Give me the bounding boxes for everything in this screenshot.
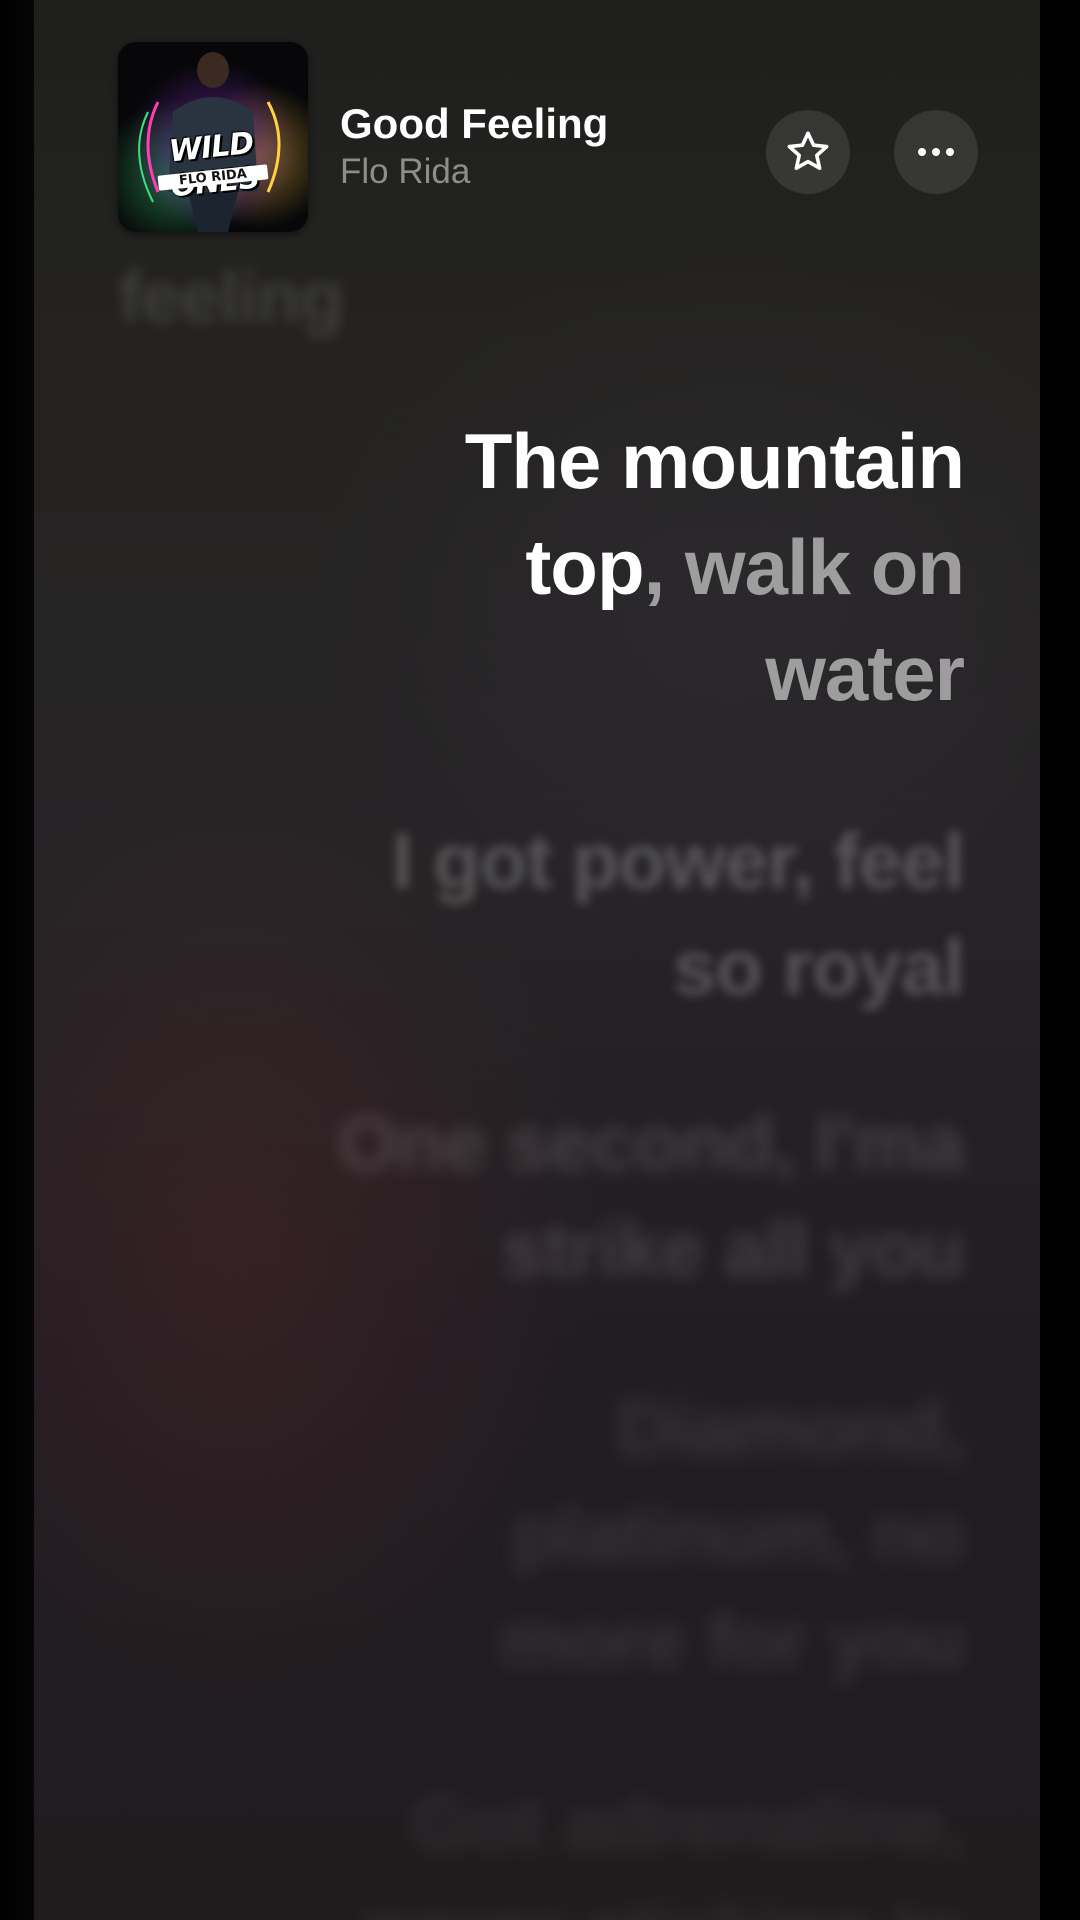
screen-edge-left — [0, 0, 34, 1920]
lyrics-list[interactable]: feeling The mountain top, walk on water … — [34, 0, 1060, 1920]
lyric-line[interactable]: I got power, feel so royal — [284, 808, 965, 1020]
lyric-line[interactable]: Got adrenaline, never sticking to — [264, 1770, 965, 1920]
lyric-line-previous[interactable]: feeling — [118, 245, 344, 351]
lyric-line-current[interactable]: The mountain top, walk on water — [344, 408, 965, 726]
lyric-unsung-part: , walk on water — [643, 523, 965, 717]
lyric-line[interactable]: One second, I'ma strike all you — [244, 1090, 965, 1302]
lyric-line[interactable]: Diamond, platinum, no more for you — [404, 1375, 965, 1693]
lyrics-screen: WILD ONES FLO RIDA Good Feeling Flo Rida… — [34, 0, 1060, 1920]
screen-edge-right — [1040, 0, 1060, 1920]
